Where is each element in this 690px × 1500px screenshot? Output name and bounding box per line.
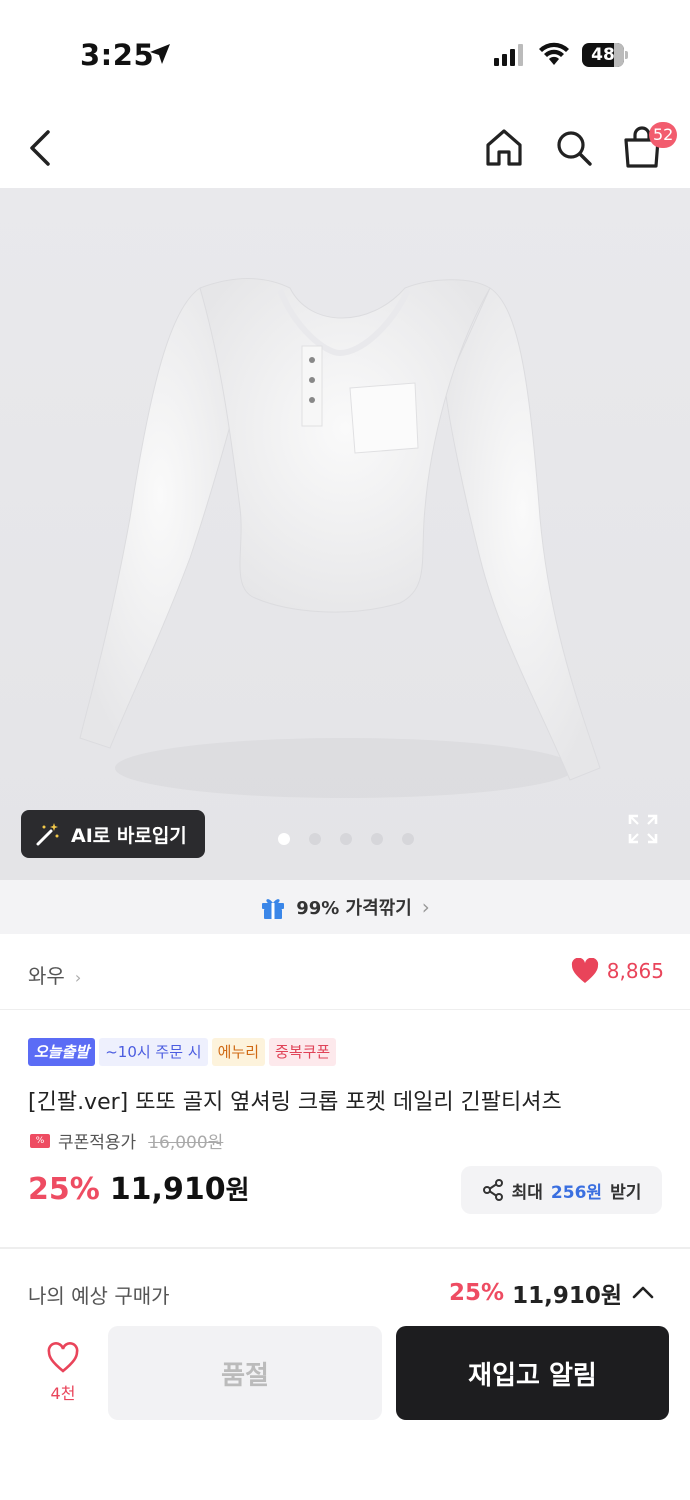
top-nav xyxy=(0,110,690,188)
discount-rate: 25% xyxy=(28,1172,100,1207)
product-title: [긴팔.ver] 또또 골지 옆셔링 크롭 포켓 데일리 긴팔티셔츠 xyxy=(28,1090,562,1115)
ai-try-on-label: AI로 바로입기 xyxy=(71,824,187,847)
heart-filled-icon xyxy=(571,958,598,983)
carousel-dot[interactable] xyxy=(309,833,321,845)
cellular-signal-icon xyxy=(494,44,523,66)
chevron-up-icon[interactable] xyxy=(630,1282,656,1304)
status-time: 3:25 xyxy=(80,38,155,72)
gift-icon xyxy=(262,899,285,919)
expected-discount: 25% xyxy=(449,1280,505,1306)
coupon-label: 쿠폰적용가 xyxy=(58,1133,137,1153)
price-cut-promo-bar[interactable]: 99% 가격깎기 › xyxy=(0,880,690,934)
ai-try-on-button[interactable]: AI로 바로입기 xyxy=(21,810,205,858)
tag-duplicate-coupon: 중복쿠폰 xyxy=(269,1038,337,1066)
restock-alert-button[interactable]: 재입고 알림 xyxy=(396,1326,669,1420)
sale-price: 11,910원 xyxy=(110,1170,250,1207)
carousel-dot[interactable] xyxy=(371,833,383,845)
original-price: 16,000원 xyxy=(148,1133,224,1153)
tag-enuri: 에누리 xyxy=(211,1038,266,1066)
battery-level: 48 xyxy=(591,45,615,65)
expected-price-row[interactable]: 나의 예상 구매가 25% 11,910원 xyxy=(0,1260,690,1324)
promo-label: 99% 가격깎기 xyxy=(296,898,412,919)
share-prefix: 최대 xyxy=(511,1182,543,1203)
back-icon[interactable] xyxy=(22,126,62,170)
share-reward-button[interactable]: 최대 256원 받기 xyxy=(461,1166,662,1214)
product-image-carousel[interactable]: AI로 바로입기 xyxy=(0,188,690,880)
carousel-indicator xyxy=(278,833,414,845)
product-image xyxy=(79,278,601,798)
heart-outline-icon xyxy=(47,1342,79,1373)
bottom-action-bar: 4천 품절 재입고 알림 xyxy=(0,1324,690,1500)
expand-icon[interactable] xyxy=(626,812,660,846)
expected-price-label: 나의 예상 구매가 xyxy=(28,1284,170,1308)
share-icon xyxy=(482,1179,503,1201)
location-arrow-icon xyxy=(150,44,170,64)
tag-today-shipping: 오늘출발 xyxy=(28,1038,96,1066)
share-amount: 256원 xyxy=(550,1182,603,1203)
price-row: 25% 11,910원 xyxy=(28,1170,250,1207)
section-divider xyxy=(0,1247,690,1249)
carousel-dot[interactable] xyxy=(402,833,414,845)
coupon-price-row: % 쿠폰적용가 16,000원 xyxy=(30,1128,223,1153)
brand-row: 와우 › 8,865 xyxy=(0,934,690,1010)
chevron-right-icon: › xyxy=(74,968,82,987)
coupon-icon: % xyxy=(30,1133,50,1148)
wifi-icon xyxy=(539,42,569,65)
carousel-dot[interactable] xyxy=(340,833,352,845)
brand-link[interactable]: 와우 › xyxy=(28,960,81,989)
sale-price-unit: 원 xyxy=(225,1176,250,1206)
brand-name: 와우 xyxy=(28,964,65,988)
status-bar: 3:25 48 xyxy=(0,0,690,110)
magic-wand-icon xyxy=(36,823,59,846)
tag-order-deadline: ~10시 주문 시 xyxy=(99,1038,208,1066)
carousel-dot[interactable] xyxy=(278,833,290,845)
wishlist-button[interactable]: 4천 xyxy=(38,1342,88,1404)
like-counter[interactable]: 8,865 xyxy=(571,958,664,984)
chevron-right-icon: › xyxy=(421,895,430,919)
sale-price-value: 11,910 xyxy=(109,1172,226,1207)
like-count-value: 8,865 xyxy=(606,959,664,983)
soldout-button[interactable]: 품절 xyxy=(108,1326,382,1420)
search-icon[interactable] xyxy=(552,126,596,170)
product-tags: 오늘출발 ~10시 주문 시 에누리 중복쿠폰 xyxy=(28,1038,337,1066)
battery-indicator: 48 xyxy=(582,43,628,67)
cart-count-badge: 52 xyxy=(649,122,678,148)
wishlist-count: 4천 xyxy=(50,1384,76,1403)
expected-amount: 11,910원 xyxy=(512,1283,622,1309)
home-icon[interactable] xyxy=(482,126,526,170)
share-suffix: 받기 xyxy=(610,1182,642,1203)
